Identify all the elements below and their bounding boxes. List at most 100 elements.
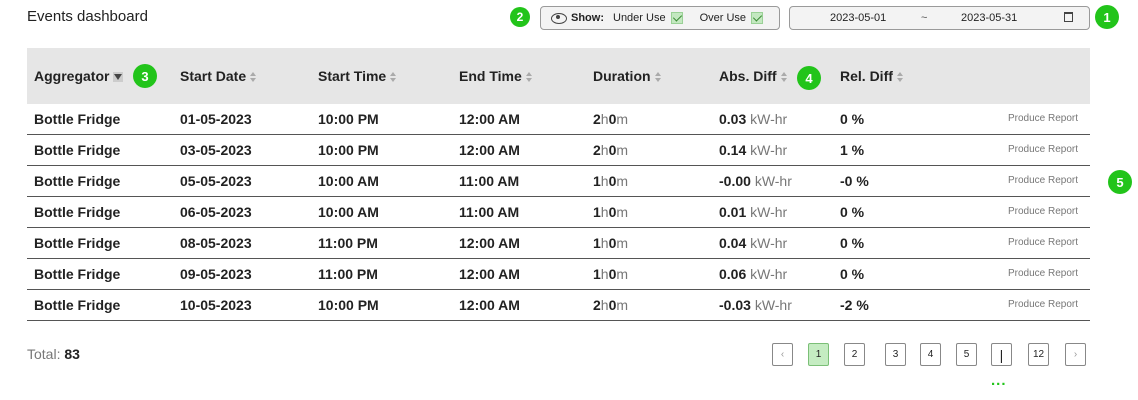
cell-duration: 1h0m [593, 266, 628, 282]
table-row: Bottle Fridge 03-05-2023 10:00 PM 12:00 AM 2… [27, 135, 1090, 166]
sort-icon[interactable] [780, 72, 787, 83]
duration-unit: h [600, 297, 609, 313]
duration-hours: 1 [593, 173, 601, 189]
sort-icon[interactable] [654, 72, 661, 83]
cell-duration: 2h0m [593, 297, 628, 313]
sort-icon[interactable] [390, 72, 397, 83]
page-button-3[interactable]: 3 [885, 343, 906, 366]
duration-unit: h [600, 235, 609, 251]
cell-duration: 1h0m [593, 235, 628, 251]
cell-end-time: 12:00 AM [459, 266, 520, 282]
date-range-picker[interactable]: 2023-05-01 ~ 2023-05-31 [789, 6, 1090, 30]
column-header-duration[interactable]: Duration [593, 68, 661, 84]
column-header-start-date[interactable]: Start Date [180, 68, 257, 84]
cell-start-date: 01-05-2023 [180, 111, 252, 127]
produce-report-link[interactable]: Produce Report [1008, 175, 1078, 186]
cell-start-time: 11:00 PM [318, 235, 378, 251]
sort-icon[interactable] [896, 72, 903, 83]
produce-report-link[interactable]: Produce Report [1008, 237, 1078, 248]
table-row: Bottle Fridge 01-05-2023 10:00 PM 12:00 AM 2… [27, 104, 1090, 135]
calendar-icon[interactable] [1064, 12, 1073, 22]
cell-aggregator: Bottle Fridge [34, 142, 121, 158]
table-row: Bottle Fridge 08-05-2023 11:00 PM 12:00 AM 1… [27, 228, 1090, 259]
column-header-abs-diff[interactable]: Abs. Diff [719, 68, 787, 84]
filter-icon[interactable] [113, 72, 124, 83]
duration-hours: 2 [593, 297, 601, 313]
page-button-12[interactable]: 12 [1028, 343, 1049, 366]
cell-start-time: 10:00 AM [318, 173, 379, 189]
produce-report-link[interactable]: Produce Report [1008, 299, 1078, 310]
page-title: Events dashboard [27, 8, 148, 25]
page-button-5[interactable]: 5 [956, 343, 977, 366]
cell-rel-diff: 0 % [840, 235, 865, 251]
abs-diff-value: 0.06 [719, 266, 747, 282]
page-button-2[interactable]: 2 [844, 343, 865, 366]
produce-report-link[interactable]: Produce Report [1008, 206, 1078, 217]
next-page-button[interactable]: › [1065, 343, 1086, 366]
produce-report-link[interactable]: Produce Report [1008, 144, 1078, 155]
sort-icon[interactable] [250, 72, 257, 83]
abs-diff-unit: kW-hr [750, 111, 788, 127]
produce-report-link[interactable]: Produce Report [1008, 268, 1078, 279]
cell-aggregator: Bottle Fridge [34, 111, 121, 127]
cell-start-date: 05-05-2023 [180, 173, 252, 189]
duration-unit: h [600, 266, 609, 282]
column-header-aggregator[interactable]: Aggregator [34, 68, 124, 84]
cell-end-time: 11:00 AM [459, 173, 520, 189]
sort-icon[interactable] [525, 72, 532, 83]
cell-start-time: 10:00 PM [318, 297, 379, 313]
annotation-badge-2: 2 [510, 7, 530, 27]
cell-start-date: 06-05-2023 [180, 204, 252, 220]
column-header-start-time[interactable]: Start Time [318, 68, 397, 84]
abs-diff-value: -0.00 [719, 173, 751, 189]
abs-diff-value: 0.14 [719, 142, 747, 158]
abs-diff-value: 0.03 [719, 111, 747, 127]
table-body: Bottle Fridge 01-05-2023 10:00 PM 12:00 AM 2… [27, 104, 1090, 321]
abs-diff-unit: kW-hr [750, 142, 788, 158]
duration-unit: h [600, 204, 609, 220]
date-to: 2023-05-31 [961, 12, 1018, 24]
column-label: Aggregator [34, 68, 110, 84]
cell-start-date: 03-05-2023 [180, 142, 252, 158]
column-header-rel-diff[interactable]: Rel. Diff [840, 68, 903, 84]
show-label: Show: [571, 12, 604, 24]
page-button-4[interactable]: 4 [920, 343, 941, 366]
cell-abs-diff: -0.00 kW-hr [719, 173, 792, 189]
cell-end-time: 12:00 AM [459, 297, 520, 313]
duration-unit: m [616, 297, 629, 313]
abs-diff-unit: kW-hr [750, 204, 788, 220]
duration-unit: m [616, 266, 629, 282]
total-count: Total: 83 [27, 346, 80, 362]
column-label: End Time [459, 68, 522, 84]
cell-duration: 2h0m [593, 142, 628, 158]
produce-report-link[interactable]: Produce Report [1008, 113, 1078, 124]
cell-start-date: 10-05-2023 [180, 297, 252, 313]
page-button-gap[interactable]: | [991, 343, 1012, 366]
column-label: Rel. Diff [840, 68, 893, 84]
cell-end-time: 12:00 AM [459, 111, 520, 127]
under-use-label: Under Use [613, 12, 666, 24]
duration-unit: m [616, 173, 629, 189]
cell-start-date: 08-05-2023 [180, 235, 252, 251]
table-row: Bottle Fridge 05-05-2023 10:00 AM 11:00 AM 1… [27, 166, 1090, 197]
cell-rel-diff: 0 % [840, 266, 865, 282]
cell-abs-diff: 0.06 kW-hr [719, 266, 787, 282]
column-label: Abs. Diff [719, 68, 777, 84]
cell-abs-diff: 0.14 kW-hr [719, 142, 787, 158]
duration-unit: h [600, 173, 609, 189]
total-value: 83 [64, 346, 80, 362]
abs-diff-value: -0.03 [719, 297, 751, 313]
date-from: 2023-05-01 [830, 12, 887, 24]
page-button-1[interactable]: 1 [808, 343, 829, 366]
column-header-end-time[interactable]: End Time [459, 68, 532, 84]
prev-page-button[interactable]: ‹ [772, 343, 793, 366]
over-use-checkbox[interactable] [751, 12, 764, 24]
duration-hours: 2 [593, 111, 601, 127]
under-use-checkbox[interactable] [670, 12, 683, 24]
cell-rel-diff: 0 % [840, 111, 865, 127]
duration-hours: 1 [593, 235, 601, 251]
abs-diff-unit: kW-hr [750, 235, 788, 251]
table-row: Bottle Fridge 09-05-2023 11:00 PM 12:00 AM 1… [27, 259, 1090, 290]
table-row: Bottle Fridge 06-05-2023 10:00 AM 11:00 AM 1… [27, 197, 1090, 228]
annotation-badge-1: 1 [1095, 5, 1119, 29]
